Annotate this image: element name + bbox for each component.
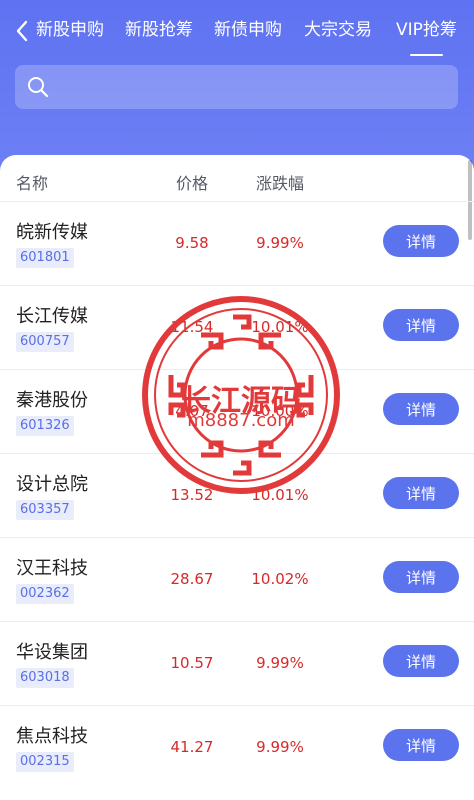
- stock-name: 设计总院: [16, 474, 88, 495]
- stock-price: 10.57: [170, 654, 214, 672]
- stock-code-badge: 601326: [16, 416, 74, 436]
- list-item[interactable]: 秦港股份 601326 4.07 10.00% 详情: [0, 369, 474, 453]
- detail-button[interactable]: 详情: [383, 477, 459, 509]
- list-item[interactable]: 华设集团 603018 10.57 9.99% 详情: [0, 621, 474, 705]
- search-bar[interactable]: [15, 65, 458, 109]
- column-header-change: 涨跌幅: [256, 174, 305, 193]
- stock-change: 9.99%: [256, 654, 304, 672]
- tab-vip-grab[interactable]: VIP抢筹: [396, 16, 457, 56]
- stock-change: 9.99%: [256, 738, 304, 756]
- detail-button[interactable]: 详情: [383, 645, 459, 677]
- stock-change: 10.01%: [251, 486, 309, 504]
- stock-price: 28.67: [170, 570, 214, 588]
- tab-block-trade[interactable]: 大宗交易: [304, 16, 372, 44]
- list-item[interactable]: 焦点科技 002315 41.27 9.99% 详情: [0, 705, 474, 789]
- tab-new-stock-grab[interactable]: 新股抢筹: [125, 16, 193, 44]
- detail-button[interactable]: 详情: [383, 225, 459, 257]
- stock-code-badge: 601801: [16, 248, 74, 268]
- search-input[interactable]: [59, 69, 439, 105]
- detail-button[interactable]: 详情: [383, 393, 459, 425]
- back-button[interactable]: [10, 16, 34, 46]
- stock-name: 华设集团: [16, 642, 88, 663]
- stock-change: 10.02%: [251, 570, 309, 588]
- stock-code-badge: 600757: [16, 332, 74, 352]
- stock-price: 9.58: [175, 234, 209, 252]
- search-icon: [27, 76, 49, 98]
- stock-name: 秦港股份: [16, 390, 88, 411]
- stock-name: 皖新传媒: [16, 222, 88, 243]
- stock-code-badge: 002362: [16, 584, 74, 604]
- stock-name: 焦点科技: [16, 726, 88, 747]
- list-item[interactable]: 皖新传媒 601801 9.58 9.99% 详情: [0, 201, 474, 285]
- detail-button[interactable]: 详情: [383, 561, 459, 593]
- column-header-name: 名称: [16, 174, 49, 193]
- tab-new-stock-subscribe[interactable]: 新股申购: [36, 16, 104, 44]
- stock-name: 长江传媒: [16, 306, 88, 327]
- stock-code-badge: 603357: [16, 500, 74, 520]
- chevron-left-icon: [16, 20, 28, 42]
- stock-change: 10.00%: [251, 402, 309, 420]
- stock-code-badge: 002315: [16, 752, 74, 772]
- list-item[interactable]: 设计总院 603357 13.52 10.01% 详情: [0, 453, 474, 537]
- detail-button[interactable]: 详情: [383, 729, 459, 761]
- detail-button[interactable]: 详情: [383, 309, 459, 341]
- stock-price: 4.07: [175, 402, 209, 420]
- stock-change: 9.99%: [256, 234, 304, 252]
- stock-price: 13.52: [170, 486, 214, 504]
- stock-price: 41.27: [170, 738, 214, 756]
- tab-new-bond-subscribe[interactable]: 新债申购: [214, 16, 282, 44]
- stock-code-badge: 603018: [16, 668, 74, 688]
- stock-price: 11.54: [170, 318, 214, 336]
- column-header-price: 价格: [176, 174, 209, 193]
- top-nav: 新股申购 新股抢筹 新债申购 大宗交易 VIP抢筹: [0, 0, 474, 58]
- list-item[interactable]: 长江传媒 600757 11.54 10.01% 详情: [0, 285, 474, 369]
- list-item[interactable]: 汉王科技 002362 28.67 10.02% 详情: [0, 537, 474, 621]
- stock-name: 汉王科技: [16, 558, 88, 579]
- stock-change: 10.01%: [251, 318, 309, 336]
